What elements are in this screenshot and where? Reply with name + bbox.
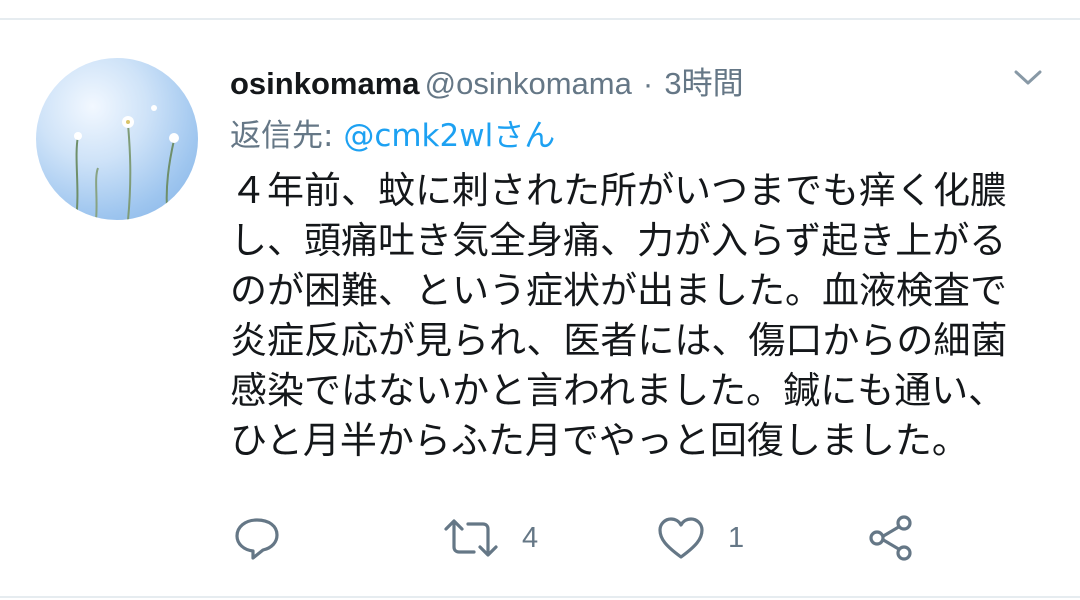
avatar[interactable] [36, 58, 198, 220]
retweet-count: 4 [522, 521, 539, 554]
bottom-divider [0, 596, 1080, 598]
share-button[interactable] [866, 510, 916, 566]
avatar-flowers-image [74, 105, 179, 220]
heart-icon [658, 517, 704, 559]
tweet-text-line: 炎症反応が見られ、医者には、傷口からの細菌 [230, 319, 1008, 362]
chevron-down-icon[interactable] [1010, 66, 1046, 90]
retweet-icon [444, 519, 498, 557]
retweet-button[interactable]: 4 [442, 510, 538, 566]
share-icon [869, 515, 912, 561]
tweet-text-line: ひと月半からふた月でやっと回復しました。 [230, 419, 969, 462]
tweet-text: ４年前、蚊に刺された所がいつまでも痒く化膿 し、頭痛吐き気全身痛、力が入らず起き… [230, 166, 1060, 466]
tweet-text-line: し、頭痛吐き気全身痛、力が入らず起き上がる [230, 219, 1007, 262]
like-count: 1 [728, 521, 745, 554]
tweet-text-line: のが困難、という症状が出ました。血液検査で [230, 269, 1007, 312]
display-name[interactable]: osinkomama [230, 66, 420, 101]
reply-label: 返信先: [230, 118, 334, 154]
tweet-text-line: ４年前、蚊に刺された所がいつまでも痒く化膿 [230, 169, 1007, 212]
separator-dot: · [642, 66, 654, 101]
top-divider [0, 18, 1080, 20]
tweet-text-line: 感染ではないかと言われました。鍼にも通い、 [230, 369, 1006, 412]
reply-icon [235, 518, 279, 560]
reply-button[interactable] [232, 510, 282, 566]
like-button[interactable]: 1 [656, 510, 744, 566]
action-bar: 4 1 [0, 510, 1080, 566]
timestamp[interactable]: 3時間 [664, 66, 743, 101]
tweet-header: osinkomama @osinkomama · 3時間 [230, 58, 744, 101]
reply-user-link[interactable]: @cmk2wlさん [343, 118, 555, 154]
user-handle[interactable]: @osinkomama [425, 66, 632, 101]
reply-context: 返信先: @cmk2wlさん [230, 110, 555, 155]
